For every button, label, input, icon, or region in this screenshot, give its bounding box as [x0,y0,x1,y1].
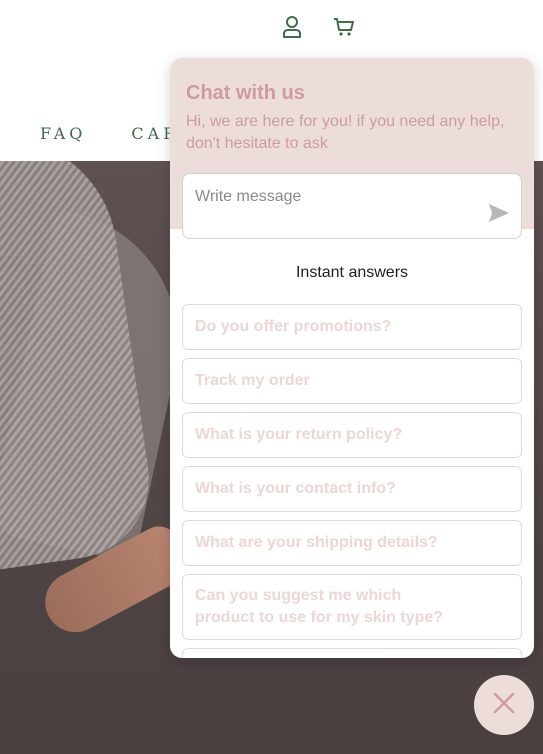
close-icon [492,691,516,720]
account-icon[interactable] [280,14,304,40]
chat-subtitle: Hi, we are here for you! if you need any… [186,113,505,152]
chat-widget: Chat with us Hi, we are here for you! if… [170,58,534,658]
instant-answers-title: Instant answers [295,264,409,281]
answer-partial[interactable] [182,648,522,658]
header-icons [280,14,356,40]
send-button[interactable] [487,203,511,228]
answer-return-policy[interactable]: What is your return policy? [182,412,522,458]
cart-icon[interactable] [332,14,356,40]
close-chat-button[interactable] [474,675,534,735]
message-input[interactable] [195,188,475,206]
send-icon [488,203,510,228]
answer-shipping-details[interactable]: What are your shipping details? [182,520,522,566]
nav-link-faq[interactable]: FAQ [40,124,86,143]
answer-skin-type-label: Can you suggest me which product to use … [195,587,444,626]
answer-track-order[interactable]: Track my order [182,358,522,404]
answer-skin-type[interactable]: Can you suggest me which product to use … [182,574,522,640]
main-nav: FAQ CAR [40,124,179,143]
answer-contact-info[interactable]: What is your contact info? [182,466,522,512]
answer-promotions[interactable]: Do you offer promotions? [182,304,522,350]
instant-answers-list: Do you offer promotions? Track my order … [182,304,522,658]
message-box [182,173,522,239]
chat-title: Chat with us [186,82,305,104]
